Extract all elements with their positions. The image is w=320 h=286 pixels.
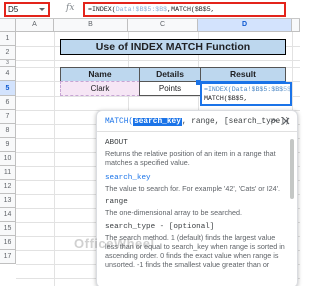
name-box-value: D5 [8, 5, 19, 14]
chevron-down-icon[interactable] [39, 8, 45, 11]
in-cell-line-1: =INDEX(Data!$B$5:$B$5$ [204, 85, 292, 94]
row-header-4[interactable]: 4 [0, 67, 16, 81]
row-header-12[interactable]: 12 [0, 180, 16, 194]
row-header-8[interactable]: 8 [0, 124, 16, 138]
column-header-c[interactable]: C [128, 19, 198, 32]
active-argument: search_key [133, 118, 182, 126]
range-heading: range [105, 198, 128, 206]
formula-suffix: ,MATCH($B$5, [167, 6, 215, 13]
row-header-15[interactable]: 15 [0, 222, 16, 236]
row-header-13[interactable]: 13 [0, 194, 16, 208]
expand-icon[interactable] [269, 117, 279, 127]
popup-scrollbar[interactable] [290, 139, 294, 199]
search-key-heading: search_key [105, 174, 151, 182]
watermark-logo: OfficeWheel [74, 236, 155, 251]
function-name: MATCH( [105, 118, 134, 126]
in-cell-formula-dim: 5$ [283, 86, 292, 93]
header-name[interactable]: Name [60, 67, 140, 82]
column-header-e[interactable] [292, 19, 300, 32]
row-header-3[interactable]: 3 [0, 60, 16, 67]
formula-input[interactable]: =INDEX(Data!$B$5:$B$,MATCH($B$5, [83, 2, 286, 17]
row-header-1[interactable]: 1 [0, 32, 16, 46]
search-key-text: The value to search for. For example '42… [105, 184, 281, 193]
popup-divider [97, 131, 297, 132]
formula-bar: D5 fx =INDEX(Data!$B$5:$B$,MATCH($B$5, [0, 0, 300, 19]
select-all-corner[interactable] [0, 19, 16, 32]
range-text: The one-dimensional array to be searched… [105, 208, 243, 217]
about-heading: ABOUT [105, 139, 128, 147]
column-header-b[interactable]: B [54, 19, 128, 32]
in-cell-line-2: MATCH($B$5, [204, 95, 248, 102]
about-text: Returns the relative position of an item… [105, 149, 276, 167]
row-header-14[interactable]: 14 [0, 208, 16, 222]
sheet-title[interactable]: Use of INDEX MATCH Function [60, 39, 286, 55]
in-cell-editor[interactable]: =INDEX(Data!$B$5:$B$5$ MATCH($B$5, [200, 82, 292, 106]
column-header-d[interactable]: D [198, 19, 292, 32]
in-cell-formula-text: =INDEX(Data!$B$5:$B$ [204, 86, 284, 93]
row-header-11[interactable]: 11 [0, 166, 16, 180]
selection-handle[interactable] [196, 80, 201, 85]
row-header-7[interactable]: 7 [0, 110, 16, 124]
row-header-16[interactable]: 16 [0, 236, 16, 250]
function-help-popup: MATCH(search_key, range, [search_type]) … [96, 110, 298, 286]
row-header-17[interactable]: 17 [0, 250, 16, 264]
header-result[interactable]: Result [200, 67, 286, 82]
formula-ref: Data!$B$5:$B$ [115, 6, 168, 13]
row-header-6[interactable]: 6 [0, 96, 16, 110]
search-type-heading: search_type - [optional] [105, 223, 215, 231]
row-header-5[interactable]: 5 [0, 81, 16, 96]
name-box[interactable]: D5 [4, 2, 50, 17]
formula-prefix: =INDEX( [88, 6, 116, 13]
row-header-10[interactable]: 10 [0, 152, 16, 166]
row-header-2[interactable]: 2 [0, 46, 16, 60]
header-details[interactable]: Details [139, 67, 201, 82]
function-signature: MATCH(search_key, range, [search_type]) [105, 118, 290, 126]
grid-line [16, 60, 300, 61]
close-icon[interactable] [281, 117, 291, 127]
fx-icon: fx [66, 3, 75, 13]
cell-name[interactable]: Clark [60, 81, 140, 96]
grid-line [54, 32, 55, 286]
row-header-9[interactable]: 9 [0, 138, 16, 152]
cell-details[interactable]: Points [139, 81, 201, 96]
column-header-a[interactable]: A [16, 19, 54, 32]
